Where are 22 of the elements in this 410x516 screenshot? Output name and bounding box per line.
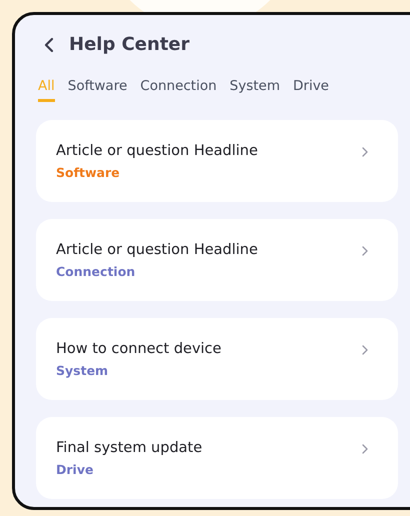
back-icon[interactable] [44,36,54,52]
article-category: Drive [56,462,94,476]
category-tab[interactable]: System [230,78,280,102]
category-tab[interactable]: Drive [293,78,329,102]
article-category: Software [56,164,121,180]
article-title: How to connect device [56,340,222,356]
article-card[interactable]: Article or question Headline Software [36,120,398,202]
article-card[interactable]: Final system update Drive [36,417,398,499]
chevron-right-icon [362,444,368,454]
article-title: Article or question Headline [56,142,258,158]
page-title: Help Center [69,34,190,55]
article-category: Connection [56,264,136,278]
chevron-right-icon [362,246,368,256]
category-tab[interactable]: Software [68,78,128,102]
category-tab[interactable]: Connection [140,78,217,102]
article-category: System [56,362,110,378]
article-title: Article or question Headline [56,242,258,258]
chevron-right-icon [362,345,368,355]
article-card[interactable]: How to connect device System [36,318,398,400]
article-title: Final system update [56,440,202,456]
article-card[interactable]: Article or question Headline Connection [36,219,398,301]
chevron-right-icon [362,147,368,157]
